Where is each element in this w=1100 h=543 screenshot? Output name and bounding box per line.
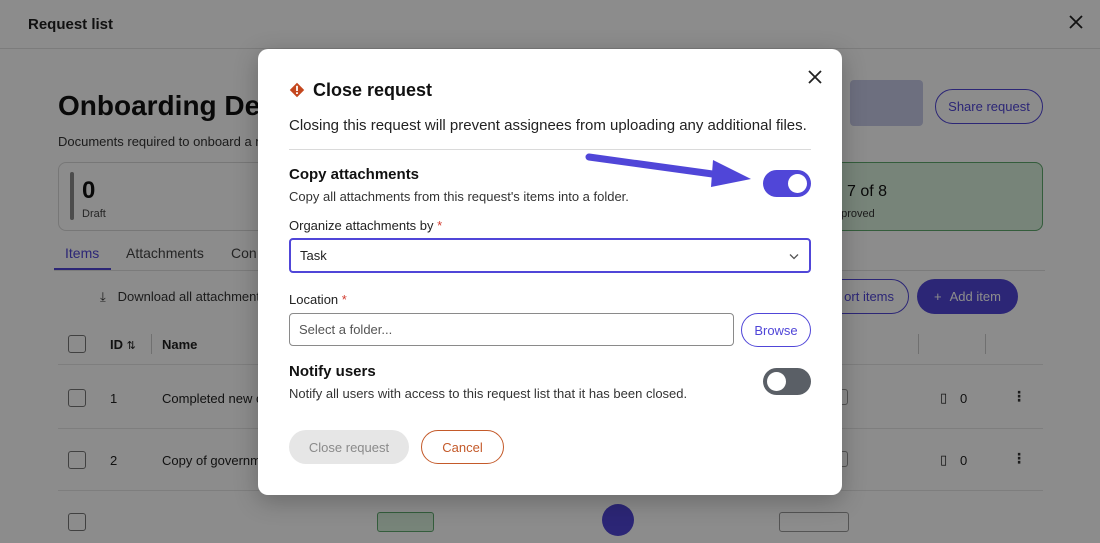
close-icon[interactable]	[805, 67, 825, 87]
organize-attachments-value: Task	[300, 248, 327, 263]
copy-attachments-title: Copy attachments	[289, 166, 420, 183]
chevron-down-icon	[789, 254, 799, 260]
cancel-button[interactable]: Cancel	[421, 430, 504, 464]
notify-users-toggle[interactable]	[763, 368, 811, 395]
copy-attachments-description: Copy all attachments from this request's…	[289, 189, 629, 204]
annotation-arrow-icon	[585, 153, 751, 187]
notify-users-description: Notify all users with access to this req…	[289, 386, 688, 401]
location-label: Location *	[289, 292, 347, 307]
copy-attachments-toggle[interactable]	[763, 170, 811, 197]
toggle-knob	[788, 174, 807, 193]
dialog-description: Closing this request will prevent assign…	[289, 117, 807, 134]
organize-attachments-label: Organize attachments by *	[289, 218, 443, 233]
organize-attachments-select[interactable]: Task	[289, 238, 811, 273]
close-request-dialog: Close request Closing this request will …	[258, 49, 842, 495]
toggle-knob	[767, 372, 786, 391]
notify-users-title: Notify users	[289, 363, 376, 380]
dialog-title: Close request	[313, 80, 433, 100]
browse-button[interactable]: Browse	[741, 313, 811, 347]
close-request-button[interactable]: Close request	[289, 430, 409, 464]
warning-icon	[289, 82, 305, 98]
location-input[interactable]	[289, 313, 734, 346]
